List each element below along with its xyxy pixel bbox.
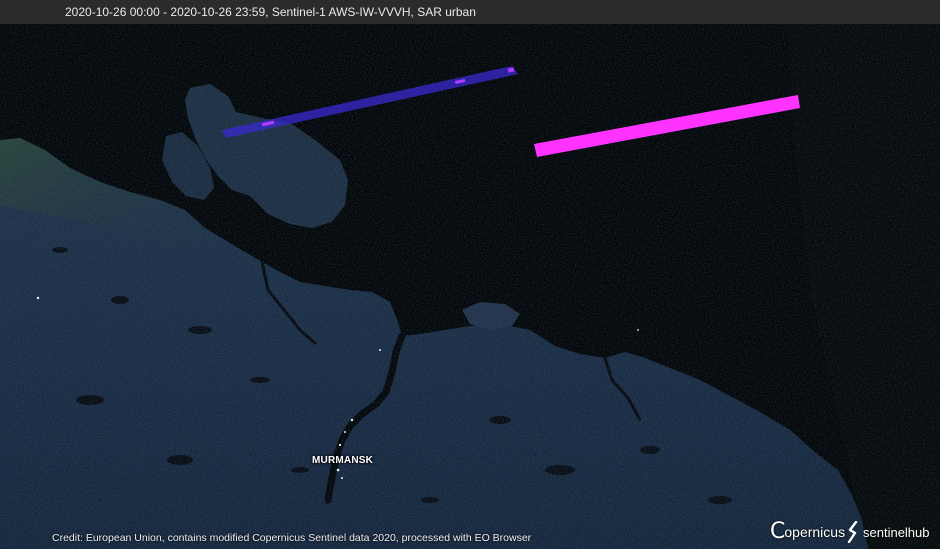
image-title: 2020-10-26 00:00 - 2020-10-26 23:59, Sen… bbox=[65, 5, 476, 19]
copernicus-logo: C opernicus bbox=[770, 521, 845, 543]
copernicus-logo-text: opernicus bbox=[784, 524, 846, 540]
sar-image-viewer[interactable]: 2020-10-26 00:00 - 2020-10-26 23:59, Sen… bbox=[0, 0, 940, 549]
credit-text: Credit: European Union, contains modifie… bbox=[52, 532, 532, 544]
sentinelhub-logo: sentinelhub bbox=[846, 521, 930, 543]
sar-satellite-image bbox=[0, 0, 940, 549]
city-label-murmansk: MURMANSK bbox=[312, 455, 374, 466]
image-title-bar: 2020-10-26 00:00 - 2020-10-26 23:59, Sen… bbox=[0, 0, 940, 24]
sentinelhub-logo-text: sentinelhub bbox=[863, 524, 930, 540]
sentinelhub-logo-icon bbox=[847, 521, 858, 543]
